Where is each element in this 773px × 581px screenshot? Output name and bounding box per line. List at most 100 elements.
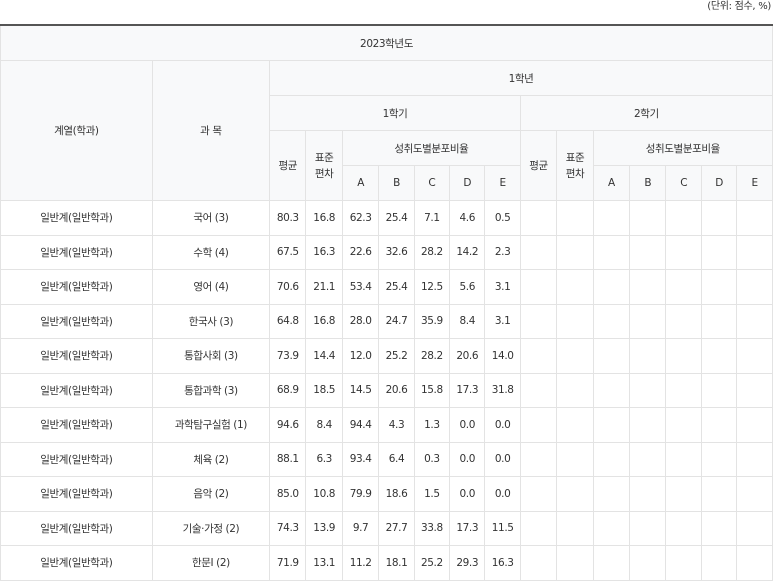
s2-level-c-header: C xyxy=(665,165,702,201)
table-row: 일반계(일반학과) 기술·가정 (2) 74.3 13.9 9.7 27.7 33.8 17.… xyxy=(0,510,773,546)
s2-level-c-cell xyxy=(665,545,702,581)
s1-level-e-cell: 16.3 xyxy=(484,545,521,581)
s2-level-e-cell xyxy=(736,269,773,305)
s2-std-dev-cell xyxy=(556,407,594,443)
s1-level-c-cell: 33.8 xyxy=(413,510,451,546)
s2-level-e-cell xyxy=(736,510,773,546)
s1-level-a-cell: 79.9 xyxy=(341,476,380,512)
s2-level-e-cell xyxy=(736,476,773,512)
s1-average-cell: 67.5 xyxy=(269,234,307,270)
s2-level-b-cell xyxy=(629,338,667,374)
s1-level-d-cell: 0.0 xyxy=(449,441,486,477)
s2-level-c-cell xyxy=(665,372,702,408)
s2-level-b-cell xyxy=(629,545,667,581)
s1-level-c-cell: 28.2 xyxy=(413,338,451,374)
s2-level-a-cell xyxy=(592,200,631,236)
track-cell: 일반계(일반학과) xyxy=(0,200,153,236)
s2-level-d-cell xyxy=(700,200,738,236)
table-header: 2023학년도 계열(학과) 과 목 1학년 1학기 2학기 평균 표준 편차 성… xyxy=(0,24,773,201)
s2-level-b-header: B xyxy=(629,165,667,201)
s1-average-cell: 70.6 xyxy=(269,269,307,305)
s2-average-cell xyxy=(519,441,558,477)
s1-level-d-cell: 20.6 xyxy=(449,338,486,374)
s1-level-a-cell: 9.7 xyxy=(341,510,380,546)
s2-level-a-cell xyxy=(592,372,631,408)
s1-level-b-header: B xyxy=(378,165,415,201)
s2-level-b-cell xyxy=(629,510,667,546)
table-row: 일반계(일반학과) 영어 (4) 70.6 21.1 53.4 25.4 12.5 5.6 3.… xyxy=(0,269,773,305)
s1-level-c-cell: 28.2 xyxy=(413,234,451,270)
s2-average-cell xyxy=(519,303,558,339)
s2-level-c-cell xyxy=(665,441,702,477)
s2-level-b-cell xyxy=(629,200,667,236)
s1-std-dev-cell: 16.3 xyxy=(305,234,343,270)
s1-level-c-cell: 7.1 xyxy=(413,200,451,236)
table-row: 일반계(일반학과) 체육 (2) 88.1 6.3 93.4 6.4 0.3 0.0 0.0 xyxy=(0,441,773,477)
s2-level-b-cell xyxy=(629,407,667,443)
s1-level-d-cell: 17.3 xyxy=(449,510,486,546)
s2-average-cell xyxy=(519,372,558,408)
s2-level-e-header: E xyxy=(736,165,773,201)
s2-std-dev-cell xyxy=(556,372,594,408)
table-body: 일반계(일반학과) 국어 (3) 80.3 16.8 62.3 25.4 7.1 4.6 0.5… xyxy=(0,200,773,581)
s1-level-d-cell: 0.0 xyxy=(449,476,486,512)
s1-std-dev-cell: 8.4 xyxy=(305,407,343,443)
grade-distribution-table: 2023학년도 계열(학과) 과 목 1학년 1학기 2학기 평균 표준 편차 성… xyxy=(0,24,773,581)
s1-level-b-cell: 27.7 xyxy=(378,510,415,546)
unit-note: (단위: 점수, %) xyxy=(707,1,771,12)
s1-distribution-header: 성취도별분포비율 xyxy=(341,130,521,166)
s1-level-a-cell: 62.3 xyxy=(341,200,380,236)
s1-average-cell: 88.1 xyxy=(269,441,307,477)
track-cell: 일반계(일반학과) xyxy=(0,407,153,443)
track-cell: 일반계(일반학과) xyxy=(0,269,153,305)
s2-average-cell xyxy=(519,510,558,546)
track-cell: 일반계(일반학과) xyxy=(0,441,153,477)
track-cell: 일반계(일반학과) xyxy=(0,545,153,581)
s1-average-cell: 85.0 xyxy=(269,476,307,512)
s2-level-a-cell xyxy=(592,510,631,546)
table-row: 일반계(일반학과) 한문Ⅰ (2) 71.9 13.1 11.2 18.1 25.2 29.3… xyxy=(0,545,773,581)
s1-level-a-cell: 12.0 xyxy=(341,338,380,374)
subject-cell: 한국사 (3) xyxy=(151,303,271,339)
s1-level-b-cell: 25.2 xyxy=(378,338,415,374)
s1-std-dev-cell: 16.8 xyxy=(305,200,343,236)
s1-std-dev-cell: 6.3 xyxy=(305,441,343,477)
s2-level-d-cell xyxy=(700,476,738,512)
s2-level-e-cell xyxy=(736,545,773,581)
s2-level-a-cell xyxy=(592,407,631,443)
s2-level-c-cell xyxy=(665,510,702,546)
subject-cell: 한문Ⅰ (2) xyxy=(151,545,271,581)
s1-level-e-header: E xyxy=(484,165,521,201)
s2-average-cell xyxy=(519,269,558,305)
table-row: 일반계(일반학과) 통합과학 (3) 68.9 18.5 14.5 20.6 15.8 17.… xyxy=(0,372,773,408)
s2-level-c-cell xyxy=(665,407,702,443)
s1-level-a-cell: 53.4 xyxy=(341,269,380,305)
s2-level-b-cell xyxy=(629,476,667,512)
s1-level-c-cell: 35.9 xyxy=(413,303,451,339)
year-header: 2023학년도 xyxy=(0,24,773,61)
subject-cell: 영어 (4) xyxy=(151,269,271,305)
subject-cell: 국어 (3) xyxy=(151,200,271,236)
s1-level-d-cell: 4.6 xyxy=(449,200,486,236)
s1-level-e-cell: 31.8 xyxy=(484,372,521,408)
s1-level-c-cell: 12.5 xyxy=(413,269,451,305)
s1-level-a-cell: 93.4 xyxy=(341,441,380,477)
s2-level-d-cell xyxy=(700,441,738,477)
s1-std-dev-cell: 18.5 xyxy=(305,372,343,408)
s2-level-c-cell xyxy=(665,303,702,339)
s1-level-e-cell: 0.5 xyxy=(484,200,521,236)
s2-level-d-cell xyxy=(700,510,738,546)
s2-level-e-cell xyxy=(736,200,773,236)
s1-level-e-cell: 3.1 xyxy=(484,303,521,339)
s1-level-d-cell: 8.4 xyxy=(449,303,486,339)
s1-level-d-cell: 5.6 xyxy=(449,269,486,305)
s2-level-e-cell xyxy=(736,234,773,270)
track-cell: 일반계(일반학과) xyxy=(0,338,153,374)
s1-level-e-cell: 3.1 xyxy=(484,269,521,305)
s2-level-a-cell xyxy=(592,441,631,477)
s2-level-b-cell xyxy=(629,303,667,339)
subject-cell: 기술·가정 (2) xyxy=(151,510,271,546)
s2-level-d-cell xyxy=(700,269,738,305)
track-cell: 일반계(일반학과) xyxy=(0,234,153,270)
s2-level-b-cell xyxy=(629,234,667,270)
